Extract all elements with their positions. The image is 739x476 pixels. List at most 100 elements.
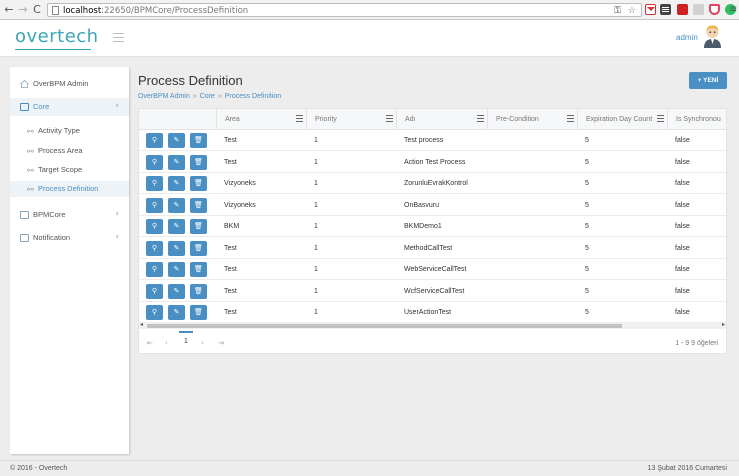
edit-button[interactable]: ✎: [168, 219, 185, 234]
browser-menu-icon[interactable]: ≡: [729, 3, 739, 17]
scroll-left-arrow-icon[interactable]: ◂: [140, 321, 143, 329]
delete-button[interactable]: 🗑: [190, 219, 207, 234]
column-menu-icon[interactable]: [386, 115, 393, 122]
column-menu-icon[interactable]: [296, 115, 303, 122]
column-header-priority[interactable]: Priority: [306, 109, 396, 129]
scrollbar-thumb[interactable]: [147, 324, 622, 328]
table-row[interactable]: ⚲ ✎ 🗑 Vizyoneks 1 OnBasvuru 5 false: [139, 195, 726, 216]
sidebar-subitem-process-area[interactable]: ⚯ Process Area: [10, 143, 129, 159]
page-title: Process Definition: [138, 73, 243, 88]
delete-button[interactable]: 🗑: [190, 133, 207, 148]
delete-button[interactable]: 🗑: [190, 197, 207, 213]
table-cell: Action Test Process: [404, 158, 466, 166]
view-button[interactable]: ⚲: [146, 154, 163, 170]
table-cell: WcfServiceCallTest: [404, 287, 465, 295]
column-header-area[interactable]: Area: [216, 109, 306, 129]
edit-button[interactable]: ✎: [168, 262, 185, 277]
table-cell: false: [675, 180, 690, 187]
delete-button[interactable]: 🗑: [190, 262, 207, 277]
table-cell: Vizyoneks: [224, 201, 256, 209]
delete-button[interactable]: 🗑: [190, 305, 207, 320]
back-icon[interactable]: ←: [3, 3, 15, 17]
table-row[interactable]: ⚲ ✎ 🗑 Test 1 WcfServiceCallTest 5 false: [139, 281, 726, 302]
table-cell: Test process: [404, 137, 444, 144]
current-page-number[interactable]: 1: [179, 331, 193, 349]
last-page-icon[interactable]: ⇥: [218, 339, 224, 348]
column-header-label: Priority: [315, 116, 337, 123]
table-row[interactable]: ⚲ ✎ 🗑 BKM 1 BKMDemo1 5 false: [139, 216, 726, 237]
save-extension-icon[interactable]: [693, 4, 704, 15]
view-button[interactable]: ⚲: [146, 240, 163, 256]
column-header-is-synchronous[interactable]: Is Synchronou: [667, 109, 726, 129]
column-header-name[interactable]: Adı: [396, 109, 487, 129]
sidebar-subitem-process-definition[interactable]: ⚯ Process Definition: [10, 181, 129, 197]
sidebar-item-bpmcore[interactable]: BPMCore ‹: [10, 206, 129, 224]
horizontal-scrollbar[interactable]: ◂ ▸: [139, 321, 726, 329]
column-menu-icon[interactable]: [477, 115, 484, 122]
link-icon: ⚯: [27, 147, 34, 156]
table-row[interactable]: ⚲ ✎ 🗑 Test 1 UserActionTest 5 false: [139, 302, 726, 323]
sidebar-item-core[interactable]: Core ‹: [10, 98, 129, 116]
forward-icon[interactable]: →: [17, 3, 29, 17]
view-button[interactable]: ⚲: [146, 283, 163, 299]
view-button[interactable]: ⚲: [146, 176, 163, 191]
table-row[interactable]: ⚲ ✎ 🗑 Test 1 MethodCallTest 5 false: [139, 238, 726, 259]
next-page-icon[interactable]: ›: [201, 339, 204, 348]
gmail-extension-icon[interactable]: [645, 4, 656, 15]
view-button[interactable]: ⚲: [146, 305, 163, 320]
table-cell: OnBasvuru: [404, 201, 440, 209]
chevron-left-icon: ‹: [115, 232, 119, 242]
edit-button[interactable]: ✎: [168, 305, 185, 320]
first-page-icon[interactable]: ⇤: [147, 339, 153, 348]
view-button[interactable]: ⚲: [146, 219, 163, 234]
avatar[interactable]: [702, 24, 723, 48]
pocket-extension-icon[interactable]: [709, 4, 720, 15]
delete-button[interactable]: 🗑: [190, 176, 207, 191]
breadcrumb-link-overbpm-admin[interactable]: OverBPM Admin: [138, 93, 190, 100]
view-button[interactable]: ⚲: [146, 133, 163, 148]
sidebar-subitem-target-scope[interactable]: ⚯ Target Scope: [10, 162, 129, 178]
view-button[interactable]: ⚲: [146, 197, 163, 213]
new-button[interactable]: + YENİ: [689, 72, 727, 89]
column-header-expiration-day-count[interactable]: Expiration Day Count: [577, 109, 667, 129]
table-cell: MethodCallTest: [404, 244, 453, 252]
edit-button[interactable]: ✎: [168, 154, 185, 170]
delete-button[interactable]: 🗑: [190, 154, 207, 170]
delete-button[interactable]: 🗑: [190, 240, 207, 256]
address-bar[interactable]: localhost:22650/BPMCore/ProcessDefinitio…: [47, 3, 642, 17]
scroll-right-arrow-icon[interactable]: ▸: [722, 321, 725, 329]
edit-button[interactable]: ✎: [168, 176, 185, 191]
breadcrumb-link-core[interactable]: Core: [200, 93, 215, 100]
trash-icon: 🗑: [194, 222, 203, 230]
previous-page-icon[interactable]: ‹: [165, 339, 168, 348]
column-menu-icon[interactable]: [567, 115, 574, 122]
user-name-link[interactable]: admin: [676, 33, 698, 43]
bookmark-extension-icon[interactable]: [677, 4, 688, 15]
edit-button[interactable]: ✎: [168, 197, 185, 213]
table-cell: 5: [585, 158, 589, 166]
column-menu-icon[interactable]: [657, 115, 664, 122]
key-icon[interactable]: ⚿: [614, 5, 621, 17]
sidebar-subitem-activity-type[interactable]: ⚯ Activity Type: [10, 123, 129, 139]
reload-icon[interactable]: C: [31, 3, 43, 17]
sidebar-item-notification[interactable]: Notification ‹: [10, 229, 129, 247]
hamburger-menu-icon[interactable]: [113, 33, 124, 42]
delete-button[interactable]: 🗑: [190, 283, 207, 299]
trash-icon: 🗑: [194, 265, 203, 273]
table-row[interactable]: ⚲ ✎ 🗑 Test 1 Action Test Process 5 false: [139, 152, 726, 173]
bookmark-star-icon[interactable]: ☆: [628, 5, 636, 17]
table-row[interactable]: ⚲ ✎ 🗑 Vizyoneks 1 ZorunluEvrakKontrol 5 false: [139, 173, 726, 194]
table-row[interactable]: ⚲ ✎ 🗑 Test 1 Test process 5 false: [139, 130, 726, 151]
edit-button[interactable]: ✎: [168, 240, 185, 256]
url-host: localhost: [63, 6, 102, 16]
logo[interactable]: overtech: [15, 26, 99, 48]
table-row[interactable]: ⚲ ✎ 🗑 Test 1 WebServiceCallTest 5 false: [139, 259, 726, 280]
news-extension-icon[interactable]: [660, 4, 671, 15]
column-header-pre-condition[interactable]: Pre-Condition: [487, 109, 577, 129]
table-cell: UserActionTest: [404, 309, 452, 316]
edit-button[interactable]: ✎: [168, 283, 185, 299]
edit-button[interactable]: ✎: [168, 133, 185, 148]
view-button[interactable]: ⚲: [146, 262, 163, 277]
trash-icon: 🗑: [194, 200, 203, 209]
sidebar-item-overbpm-admin[interactable]: OverBPM Admin: [10, 75, 129, 93]
